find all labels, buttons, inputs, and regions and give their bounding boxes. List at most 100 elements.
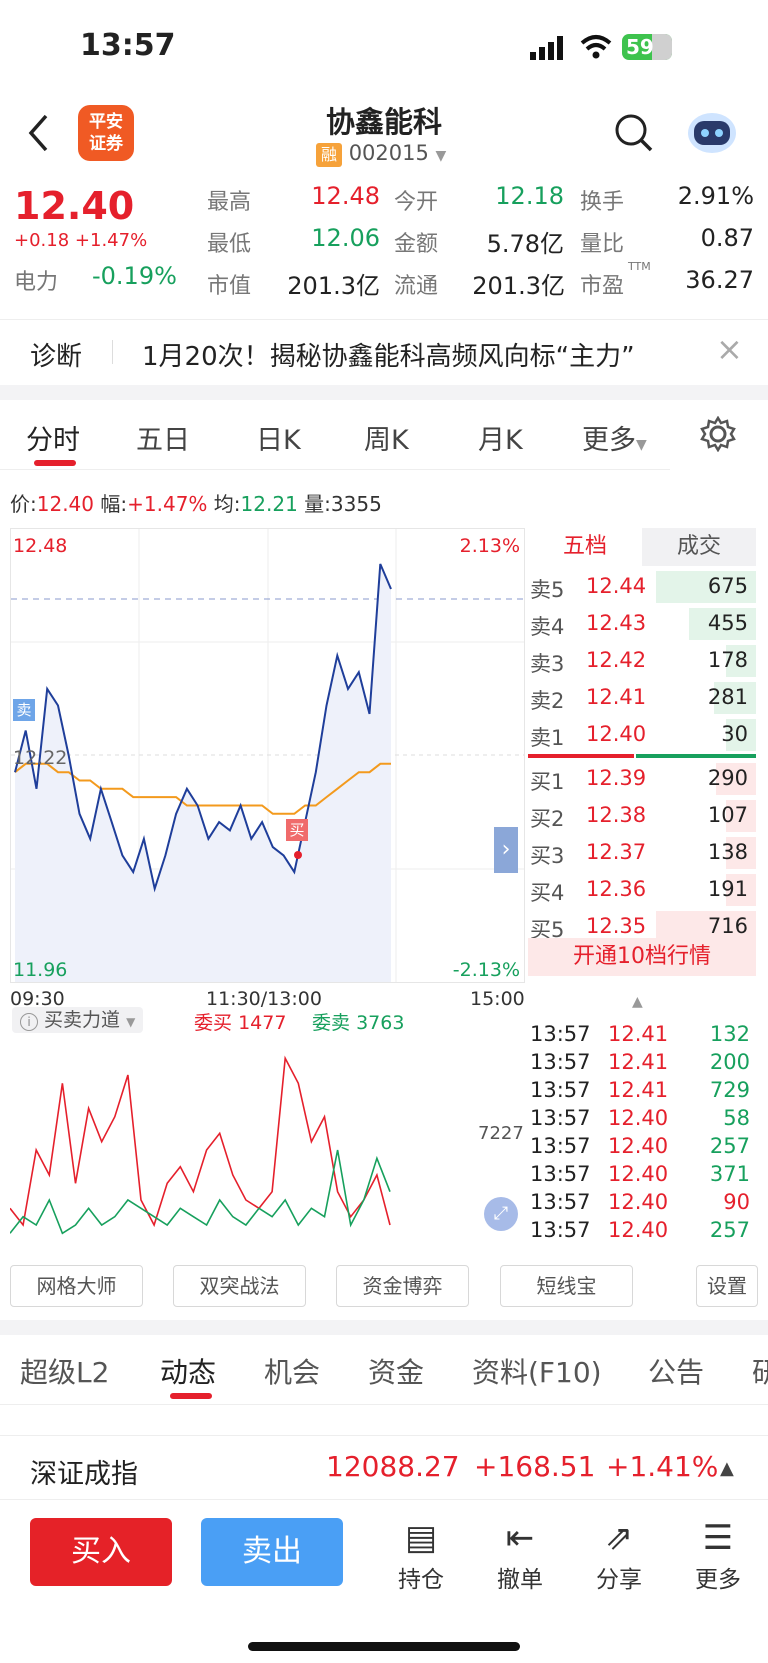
change-abs: +0.18 (14, 230, 70, 251)
vr-label: 量比 (580, 232, 625, 257)
sell-signal-tag[interactable]: 卖 (13, 699, 35, 721)
tab-funds[interactable]: 资金 (368, 1351, 424, 1391)
signal-icon (530, 36, 563, 60)
settings-gear-icon[interactable] (700, 416, 736, 452)
bid-power-line (10, 1055, 391, 1228)
price-value: 12.40 (36, 492, 95, 516)
chevron-up-icon[interactable]: ▲ (632, 994, 643, 1010)
stock-code-selector[interactable]: 融 002015 ▼ (316, 141, 446, 167)
bid-row[interactable]: 买1 12.39 290 (528, 760, 756, 796)
ask-row[interactable]: 卖1 12.40 30 (528, 716, 756, 752)
more-button[interactable]: ☰ 更多 (683, 1516, 753, 1594)
chevron-down-icon: ▼ (126, 1015, 136, 1029)
share-button[interactable]: ⇗ 分享 (584, 1516, 654, 1594)
sector-change: -0.19% (92, 262, 177, 290)
tick-row: 13:57 12.41 729 (528, 1076, 756, 1104)
tool-short-line[interactable]: 短线宝 (500, 1265, 633, 1307)
search-icon[interactable] (614, 113, 654, 153)
indicator-name: 买卖力道 (44, 1009, 121, 1031)
ask-volume: 委卖 3763 (312, 1008, 404, 1035)
tool-settings[interactable]: 设置 (696, 1265, 758, 1307)
bid-row[interactable]: 买4 12.36 191 (528, 871, 756, 907)
bid-row[interactable]: 买3 12.37 138 (528, 834, 756, 870)
tab-f10[interactable]: 资料(F10) (472, 1351, 602, 1391)
low-value: 12.06 (311, 224, 380, 252)
close-icon[interactable]: × (716, 330, 743, 368)
tick-time: 13:57 (530, 1162, 591, 1186)
diagnosis-text[interactable]: 1月20次！揭秘协鑫能科高频风向标“主力” (142, 336, 635, 373)
tool-grid-master[interactable]: 网格大师 (10, 1265, 143, 1307)
index-ticker[interactable]: 深证成指 12088.27 +168.51 +1.41% ▲ (0, 1435, 768, 1500)
tick-row: 13:57 12.40 371 (528, 1160, 756, 1188)
bid-level-label: 买4 (530, 881, 565, 905)
tab-five-levels[interactable]: 五档 (528, 528, 642, 566)
sector-label[interactable]: 电力 (14, 264, 58, 296)
index-name: 深证成指 (30, 1459, 138, 1490)
indicator-panel: i 买卖力道 ▼ 委买 1477 委卖 3763 7227 ⤢ (10, 1005, 525, 1255)
tool-fund-game[interactable]: 资金博弈 (336, 1265, 469, 1307)
tick-volume: 90 (723, 1190, 750, 1214)
diagnosis-label: 诊断 (30, 342, 83, 372)
chevron-up-icon[interactable]: ▲ (720, 1458, 734, 1479)
tick-price: 12.40 (608, 1218, 669, 1242)
fullscreen-icon[interactable]: ⤢ (484, 1197, 518, 1231)
status-time: 13:57 (80, 28, 176, 63)
avg-value: 12.21 (240, 492, 298, 516)
tab-five-day[interactable]: 五日 (136, 418, 190, 457)
sell-button[interactable]: 卖出 (201, 1518, 343, 1586)
tab-dynamics[interactable]: 动态 (160, 1351, 216, 1391)
tab-research[interactable]: 研 (752, 1351, 768, 1391)
intraday-chart-svg[interactable] (11, 529, 524, 982)
bid-row[interactable]: 买2 12.38 107 (528, 797, 756, 833)
tool-double-break[interactable]: 双突战法 (173, 1265, 306, 1307)
holdings-label: 持仓 (398, 1567, 444, 1593)
ask-row[interactable]: 卖2 12.41 281 (528, 679, 756, 715)
tab-trades[interactable]: 成交 (642, 528, 756, 566)
tab-daily-k[interactable]: 日K (256, 418, 301, 457)
ask-row[interactable]: 卖3 12.42 178 (528, 642, 756, 678)
ask-level-label: 卖3 (530, 652, 565, 676)
tab-monthly-k[interactable]: 月K (478, 418, 523, 457)
bid-price: 12.39 (586, 766, 647, 790)
index-change-pct: +1.41% (606, 1450, 719, 1483)
home-indicator (248, 1642, 520, 1651)
expand-arrow-icon[interactable]: › (494, 827, 518, 873)
tab-level2[interactable]: 超级L2 (20, 1351, 109, 1391)
tick-time: 13:57 (530, 1218, 591, 1242)
tick-time: 13:57 (530, 1106, 591, 1130)
ask-volume-label: 委卖 (312, 1012, 351, 1034)
float-value: 201.3亿 (472, 272, 565, 300)
share-icon: ⇗ (604, 1518, 634, 1558)
upgrade-level10-button[interactable]: 开通10档行情 (528, 938, 756, 976)
holdings-button[interactable]: ▤ 持仓 (386, 1516, 456, 1594)
indicator-header: i 买卖力道 ▼ 委买 1477 委卖 3763 (10, 1005, 525, 1035)
tab-intraday[interactable]: 分时 (26, 418, 80, 457)
indicator-chart[interactable] (10, 1035, 523, 1255)
nav-bar: 平安 证券 协鑫能科 融 002015 ▼ (0, 95, 768, 180)
pe-value: 36.27 (685, 266, 754, 294)
tick-time: 13:57 (530, 1190, 591, 1214)
intraday-chart[interactable]: 12.48 2.13% 11.96 -2.13% 12.22 卖 买 › (10, 528, 525, 983)
tick-volume: 257 (709, 1134, 750, 1158)
ask-price: 12.40 (586, 722, 647, 746)
index-change: +168.51 (474, 1450, 596, 1483)
index-value: 12088.27 (326, 1450, 460, 1483)
buy-signal-tag[interactable]: 买 (286, 819, 308, 841)
diagnosis-bar[interactable]: 诊断 1月20次！揭秘协鑫能科高频风向标“主力” × (0, 320, 768, 385)
margin-badge: 融 (316, 143, 342, 167)
cancel-order-button[interactable]: ⇤ 撤单 (485, 1516, 555, 1594)
ask-row[interactable]: 卖5 12.44 675 (528, 568, 756, 604)
section-divider (0, 385, 768, 400)
y-max-pct: 2.13% (459, 535, 520, 557)
tab-opportunity[interactable]: 机会 (264, 1351, 320, 1391)
indicator-selector[interactable]: i 买卖力道 ▼ (12, 1007, 144, 1033)
tick-row: 13:57 12.41 200 (528, 1048, 756, 1076)
tick-row: 13:57 12.40 90 (528, 1188, 756, 1216)
tab-weekly-k[interactable]: 周K (364, 418, 409, 457)
ai-assistant-icon[interactable] (686, 107, 738, 155)
stock-code: 002015 (348, 141, 429, 165)
tab-more[interactable]: 更多▼ (582, 418, 647, 457)
buy-button[interactable]: 买入 (30, 1518, 172, 1586)
tab-announcements[interactable]: 公告 (648, 1351, 704, 1391)
ask-row[interactable]: 卖4 12.43 455 (528, 605, 756, 641)
